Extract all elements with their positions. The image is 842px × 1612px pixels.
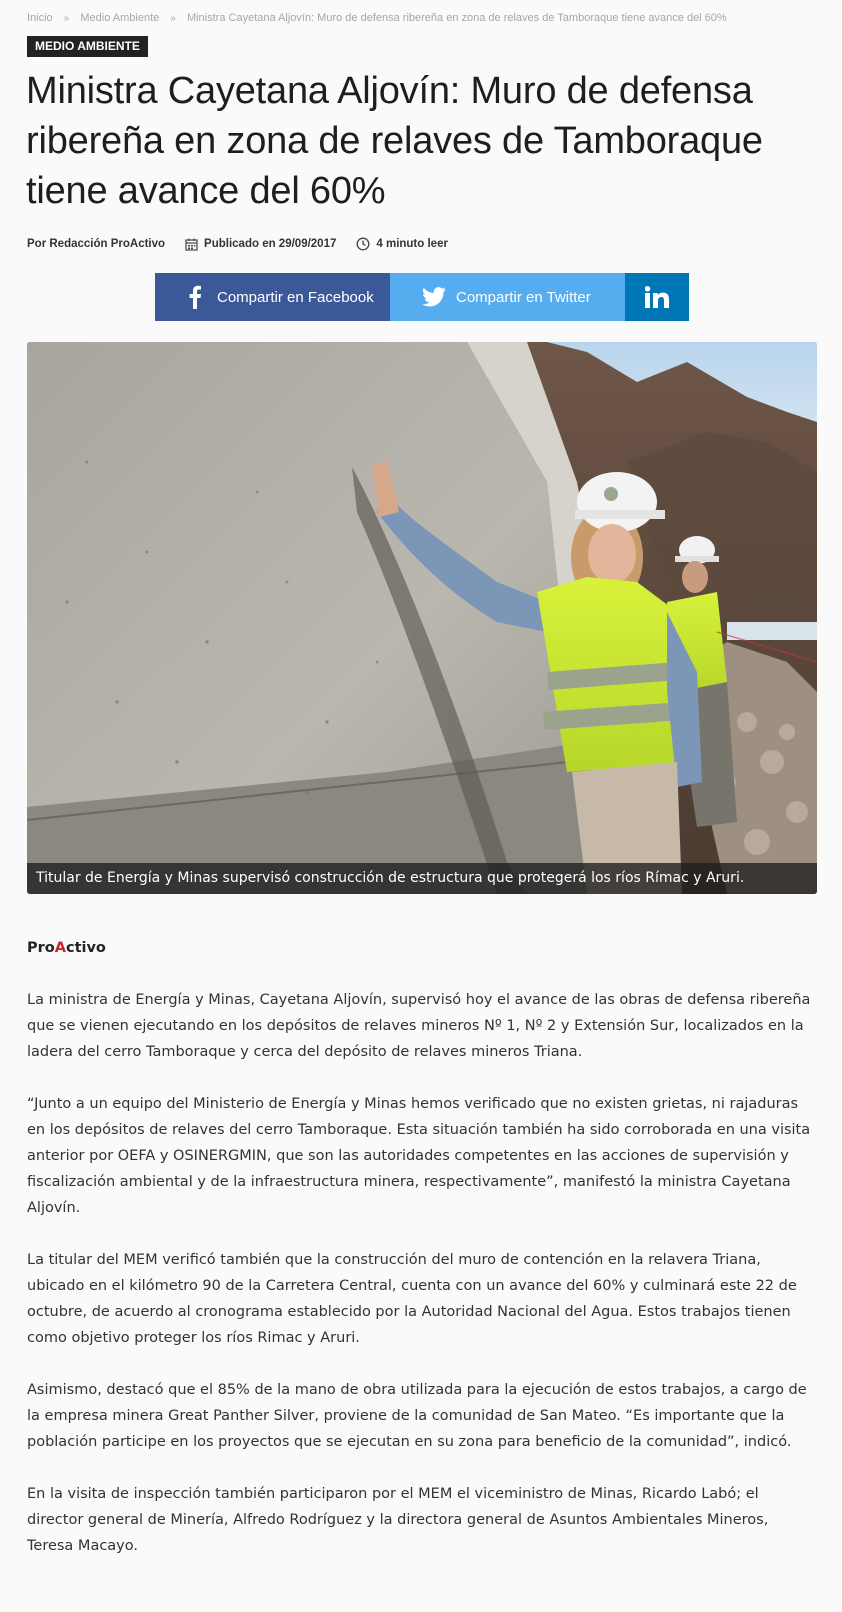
article-paragraph: “Junto a un equipo del Ministerio de Ene… [27,1096,811,1216]
article-paragraph: La ministra de Energía y Minas, Cayetana… [27,992,811,1060]
article-paragraph: En la visita de inspección también parti… [27,1486,769,1554]
breadcrumb: Inicio » Medio Ambiente » Ministra Cayet… [27,12,822,24]
source-text-a: A [54,940,66,956]
chevron-right-icon: » [170,13,176,24]
share-twitter-label: Compartir en Twitter [456,288,591,306]
source-text-pro: Pro [27,940,55,956]
share-facebook-label: Compartir en Facebook [217,288,374,306]
calendar-icon [185,238,198,251]
facebook-icon [183,285,207,309]
chevron-right-icon: » [63,13,70,24]
publish-date: Publicado en 29/09/2017 [185,238,336,251]
linkedin-icon [645,285,669,309]
read-time: 4 minuto leer [356,237,448,251]
twitter-icon [422,285,446,309]
breadcrumb-category-link[interactable]: Medio Ambiente [80,12,159,24]
article-meta: Por Redacción ProActivo Publicado en 29/… [27,237,468,251]
article-paragraph: Asimismo, destacó que el 85% de la mano … [27,1382,807,1450]
author-link[interactable]: Por Redacción ProActivo [27,238,165,250]
hero-image: Titular de Energía y Minas supervisó con… [27,342,817,894]
hero-caption: Titular de Energía y Minas supervisó con… [27,863,817,894]
share-twitter-button[interactable]: Compartir en Twitter [390,273,625,321]
share-linkedin-button[interactable] [625,273,689,321]
breadcrumb-current: Ministra Cayetana Aljovín: Muro de defen… [186,12,727,24]
share-facebook-button[interactable]: Compartir en Facebook [155,273,390,321]
publish-date-text: Publicado en 29/09/2017 [204,238,337,250]
author: Por Redacción ProActivo [27,238,165,250]
breadcrumb-home-link[interactable]: Inicio [27,12,53,24]
hero-photo [27,342,817,894]
category-tag[interactable]: Medio Ambiente [27,36,148,57]
source-text-ctivo: ctivo [65,940,106,956]
article-paragraph: La titular del MEM verificó también que … [27,1252,797,1346]
article-body: ProActivo La ministra de Energía y Minas… [27,935,817,1585]
clock-icon [356,237,370,251]
share-bar: Compartir en Facebook Compartir en Twitt… [155,273,689,321]
article-source: ProActivo [27,935,817,961]
page-title: Ministra Cayetana Aljovín: Muro de defen… [26,70,763,212]
read-time-text: 4 minuto leer [376,238,448,250]
